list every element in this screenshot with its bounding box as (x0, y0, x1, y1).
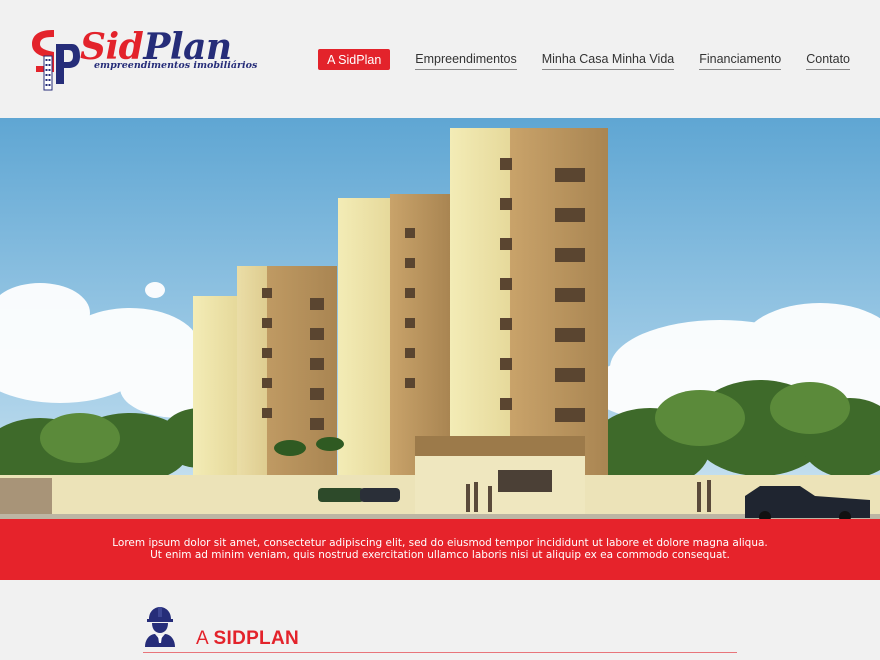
section-divider (143, 652, 737, 653)
nav-item-contato[interactable]: Contato (806, 48, 850, 70)
logo-tagline: empreendimentos imobiliários (94, 60, 258, 71)
site-header: SidPlan empreendimentos imobiliários A S… (0, 0, 880, 118)
nav-item-minha-casa-minha-vida[interactable]: Minha Casa Minha Vida (541, 48, 675, 70)
hero-image (0, 118, 880, 520)
nav-item-empreendimentos[interactable]: Empreendimentos (415, 48, 517, 70)
section-title-prefix: A (196, 628, 214, 649)
engineer-helmet-icon (145, 607, 175, 647)
logo-mark-icon (32, 30, 80, 91)
hero-banner (0, 118, 880, 520)
section-title: A SIDPLAN (196, 628, 299, 650)
main-nav: A SidPlan Empreendimentos Minha Casa Min… (318, 48, 850, 70)
intro-text-line-2: Ut enim ad minim veniam, quis nostrud ex… (150, 549, 730, 561)
nav-item-financiamento[interactable]: Financiamento (699, 48, 782, 70)
about-section: A SIDPLAN (0, 580, 880, 660)
intro-band: Lorem ipsum dolor sit amet, consectetur … (0, 519, 880, 580)
nav-item-a-sidplan[interactable]: A SidPlan (318, 48, 391, 70)
section-title-bold: SIDPLAN (213, 628, 300, 649)
intro-text-line-1: Lorem ipsum dolor sit amet, consectetur … (112, 537, 768, 549)
logo[interactable]: SidPlan empreendimentos imobiliários (28, 26, 257, 94)
